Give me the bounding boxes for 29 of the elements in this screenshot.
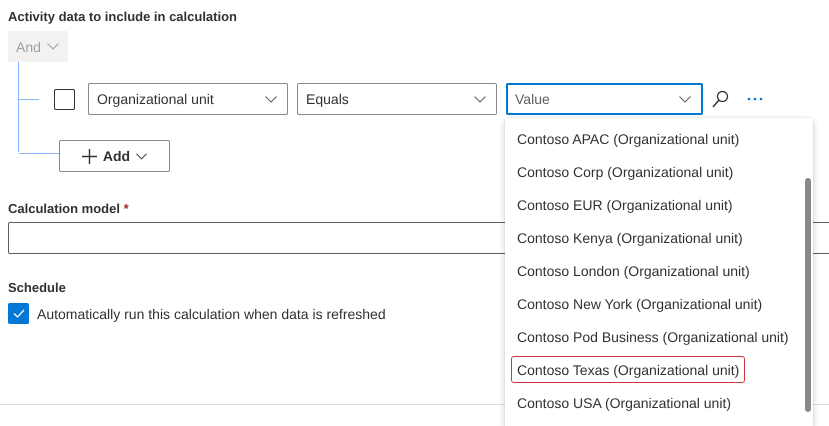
chevron-down-icon <box>136 152 148 160</box>
dropdown-option[interactable]: Contoso Pod Business (Organizational unit) <box>511 323 795 350</box>
dropdown-option[interactable]: Contoso EUR (Organizational unit) <box>511 191 739 218</box>
chevron-down-icon <box>46 43 59 50</box>
dropdown-option[interactable]: Contoso New York (Organizational unit) <box>511 290 768 317</box>
section-label: Schedule <box>8 280 66 295</box>
section-title: Activity data to include in calculation <box>7 8 237 24</box>
operator-dropdown[interactable]: Equals <box>297 83 497 115</box>
plus-icon <box>82 148 97 164</box>
dropdown-option[interactable]: Contoso APAC (Organizational unit) <box>511 125 746 152</box>
dropdown-option[interactable]: Contoso USA (Organizational unit) <box>511 389 737 416</box>
scrollbar[interactable] <box>805 178 811 412</box>
dropdown-option[interactable]: Contoso Corp (Organizational unit) <box>511 158 740 185</box>
checkbox[interactable] <box>54 88 75 110</box>
dropdown-option[interactable]: Contoso Kenya (Organizational unit) <box>511 224 749 251</box>
chevron-down-icon <box>679 96 691 102</box>
add-button[interactable]: Add <box>59 140 170 172</box>
more-icon[interactable] <box>747 97 763 101</box>
chevron-down-icon <box>265 96 277 102</box>
dropdown-option[interactable]: Contoso London (Organizational unit) <box>511 257 756 284</box>
chevron-down-icon <box>474 96 486 102</box>
dropdown-option[interactable]: Contoso Texas (Organizational unit) <box>511 356 746 383</box>
search-icon[interactable] <box>712 90 729 108</box>
checkbox[interactable] <box>8 303 29 324</box>
checkbox-label: Automatically run this calculation when data is refreshed <box>37 306 386 322</box>
checkmark-icon <box>12 309 24 318</box>
field-label: Calculation model * <box>8 201 129 216</box>
value-dropdown[interactable]: Value <box>506 83 703 115</box>
field-dropdown[interactable]: Organizational unit <box>88 83 288 115</box>
